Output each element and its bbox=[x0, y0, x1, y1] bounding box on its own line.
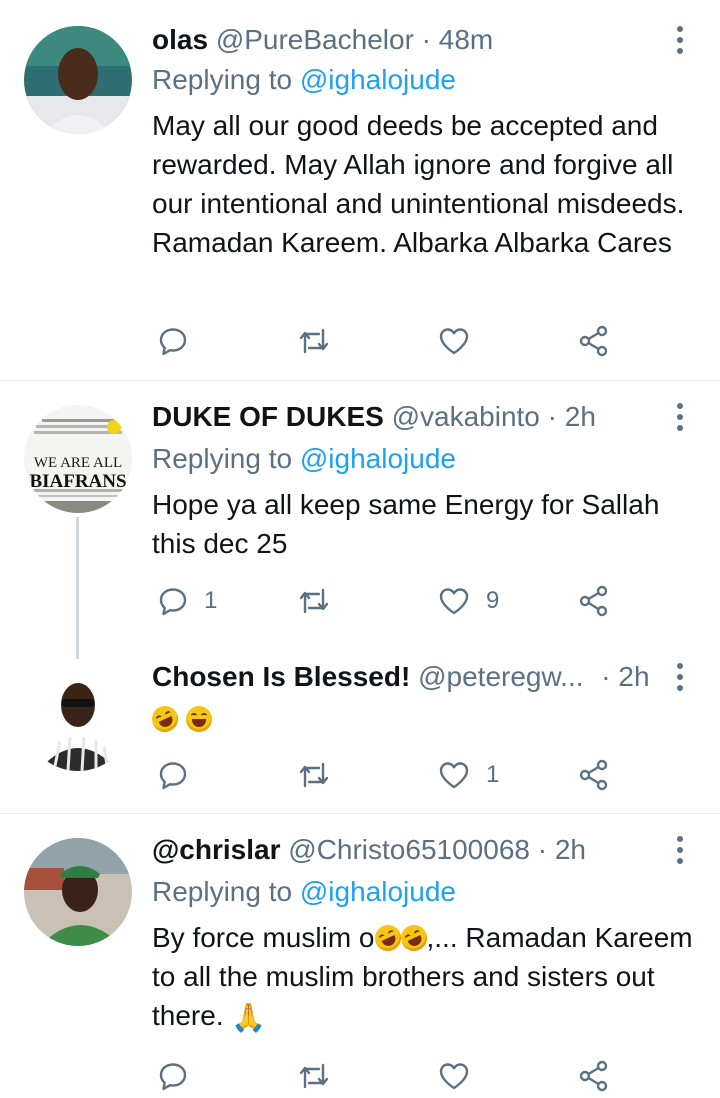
replying-to-label: Replying to bbox=[152, 443, 293, 474]
username[interactable]: @Christo65100068 bbox=[288, 834, 530, 865]
tweet-header: olas @PureBachelor · 48m bbox=[152, 22, 660, 58]
tweet-text: By force muslim o,... Ramadan Kareem to … bbox=[152, 918, 697, 1037]
like-icon bbox=[439, 588, 469, 615]
share-button[interactable] bbox=[578, 1058, 610, 1094]
action-bar bbox=[152, 323, 622, 359]
separator-dot: · bbox=[547, 401, 557, 432]
like-icon bbox=[439, 328, 469, 355]
share-icon bbox=[579, 759, 608, 791]
share-icon bbox=[579, 1060, 608, 1092]
tweet-olas[interactable]: olas @PureBachelor · 48m Replying to @ig… bbox=[0, 0, 720, 380]
replying-to: Replying to @ighalojude bbox=[152, 62, 456, 98]
reply-count: 1 bbox=[204, 587, 218, 614]
tweet-text-part1: By force muslim o bbox=[152, 922, 375, 953]
reply-button[interactable] bbox=[158, 1058, 204, 1094]
avatar-poster-text-line2: BIAFRANS bbox=[29, 471, 127, 492]
grinning-sweat-emoji bbox=[185, 706, 212, 732]
display-name[interactable]: Chosen Is Blessed! bbox=[152, 661, 410, 692]
action-bar: 1 9 bbox=[152, 583, 622, 619]
more-options-icon[interactable] bbox=[670, 399, 690, 435]
tweet-chosen-is-blessed[interactable]: Chosen Is Blessed! @peteregw... · 2h 1 bbox=[0, 641, 720, 813]
like-button[interactable] bbox=[438, 1058, 486, 1094]
avatar[interactable] bbox=[24, 26, 132, 134]
avatar-photo bbox=[24, 838, 132, 946]
like-icon bbox=[439, 762, 469, 789]
timestamp[interactable]: 2h bbox=[618, 661, 649, 692]
share-icon bbox=[579, 585, 608, 617]
share-button[interactable] bbox=[578, 323, 610, 359]
replying-to-label: Replying to bbox=[152, 64, 293, 95]
separator-dot: · bbox=[601, 661, 611, 692]
mention-link[interactable]: @ighalojude bbox=[300, 64, 456, 95]
retweet-icon bbox=[299, 1063, 329, 1089]
reply-icon bbox=[159, 588, 187, 616]
avatar-photo bbox=[24, 663, 132, 771]
like-button[interactable]: 1 bbox=[438, 757, 499, 793]
username[interactable]: @vakabinto bbox=[392, 401, 540, 432]
share-button[interactable] bbox=[578, 583, 610, 619]
reply-button[interactable] bbox=[158, 323, 204, 359]
separator-dot: · bbox=[537, 834, 548, 865]
username[interactable]: @peteregw... bbox=[418, 661, 583, 692]
more-options-icon[interactable] bbox=[670, 22, 690, 58]
thread-connector bbox=[76, 517, 79, 659]
folded-hands-emoji: 🙏 bbox=[231, 1002, 267, 1033]
tweet-duke-of-dukes[interactable]: WE ARE ALL BIAFRANS DUKE OF DUKES @vakab… bbox=[0, 381, 720, 659]
display-name[interactable]: olas bbox=[152, 24, 208, 55]
timestamp[interactable]: 2h bbox=[565, 401, 596, 432]
retweet-button[interactable] bbox=[298, 757, 346, 793]
avatar[interactable] bbox=[24, 838, 132, 946]
like-count: 1 bbox=[486, 761, 500, 788]
mention-link[interactable]: @ighalojude bbox=[300, 876, 456, 907]
retweet-button[interactable] bbox=[298, 583, 346, 619]
retweet-icon bbox=[299, 588, 329, 614]
avatar[interactable] bbox=[24, 663, 132, 771]
tweet-header: DUKE OF DUKES @vakabinto · 2h bbox=[152, 399, 660, 435]
tweet-text bbox=[147, 699, 697, 738]
retweet-icon bbox=[299, 328, 329, 354]
share-button[interactable] bbox=[578, 757, 610, 793]
more-options-icon[interactable] bbox=[670, 659, 690, 695]
like-icon bbox=[439, 1063, 469, 1090]
replying-to: Replying to @ighalojude bbox=[152, 441, 456, 477]
share-icon bbox=[579, 325, 608, 357]
rolling-on-floor-laughing-emoji bbox=[370, 920, 405, 956]
separator-dot: · bbox=[421, 24, 431, 55]
replying-to-label: Replying to bbox=[152, 876, 293, 907]
display-name[interactable]: DUKE OF DUKES bbox=[152, 401, 384, 432]
tweet-header: Chosen Is Blessed! @peteregw... · 2h bbox=[152, 659, 660, 695]
username[interactable]: @PureBachelor bbox=[216, 24, 414, 55]
mention-link[interactable]: @ighalojude bbox=[300, 443, 456, 474]
more-options-icon[interactable] bbox=[670, 832, 690, 868]
reply-icon bbox=[159, 762, 187, 790]
avatar[interactable]: WE ARE ALL BIAFRANS bbox=[24, 405, 132, 513]
tweet-text: May all our good deeds be accepted and r… bbox=[152, 110, 685, 258]
tweet-chrislar[interactable]: @chrislar @Christo65100068 · 2h Replying… bbox=[0, 814, 720, 1098]
timestamp[interactable]: 48m bbox=[439, 24, 493, 55]
action-bar bbox=[152, 1058, 622, 1094]
rolling-on-floor-laughing-emoji bbox=[147, 701, 183, 737]
reply-icon bbox=[159, 1063, 187, 1091]
retweet-icon bbox=[299, 762, 329, 788]
avatar-poster-text-line1: WE ARE ALL bbox=[33, 455, 123, 471]
reply-feed: olas @PureBachelor · 48m Replying to @ig… bbox=[0, 0, 720, 1098]
reply-button[interactable] bbox=[158, 757, 204, 793]
tweet-header: @chrislar @Christo65100068 · 2h bbox=[152, 832, 660, 868]
like-button[interactable]: 9 bbox=[438, 583, 499, 619]
action-bar: 1 bbox=[152, 757, 622, 793]
timestamp[interactable]: 2h bbox=[555, 834, 586, 865]
reply-button[interactable]: 1 bbox=[158, 583, 217, 619]
tweet-text: Hope ya all keep same Energy for Sallah … bbox=[152, 489, 660, 559]
replying-to: Replying to @ighalojude bbox=[152, 874, 456, 910]
retweet-button[interactable] bbox=[298, 1058, 346, 1094]
like-button[interactable] bbox=[438, 323, 486, 359]
avatar-photo bbox=[24, 26, 132, 134]
like-count: 9 bbox=[486, 587, 500, 614]
display-name[interactable]: @chrislar bbox=[152, 834, 280, 865]
retweet-button[interactable] bbox=[298, 323, 346, 359]
reply-icon bbox=[159, 328, 187, 356]
